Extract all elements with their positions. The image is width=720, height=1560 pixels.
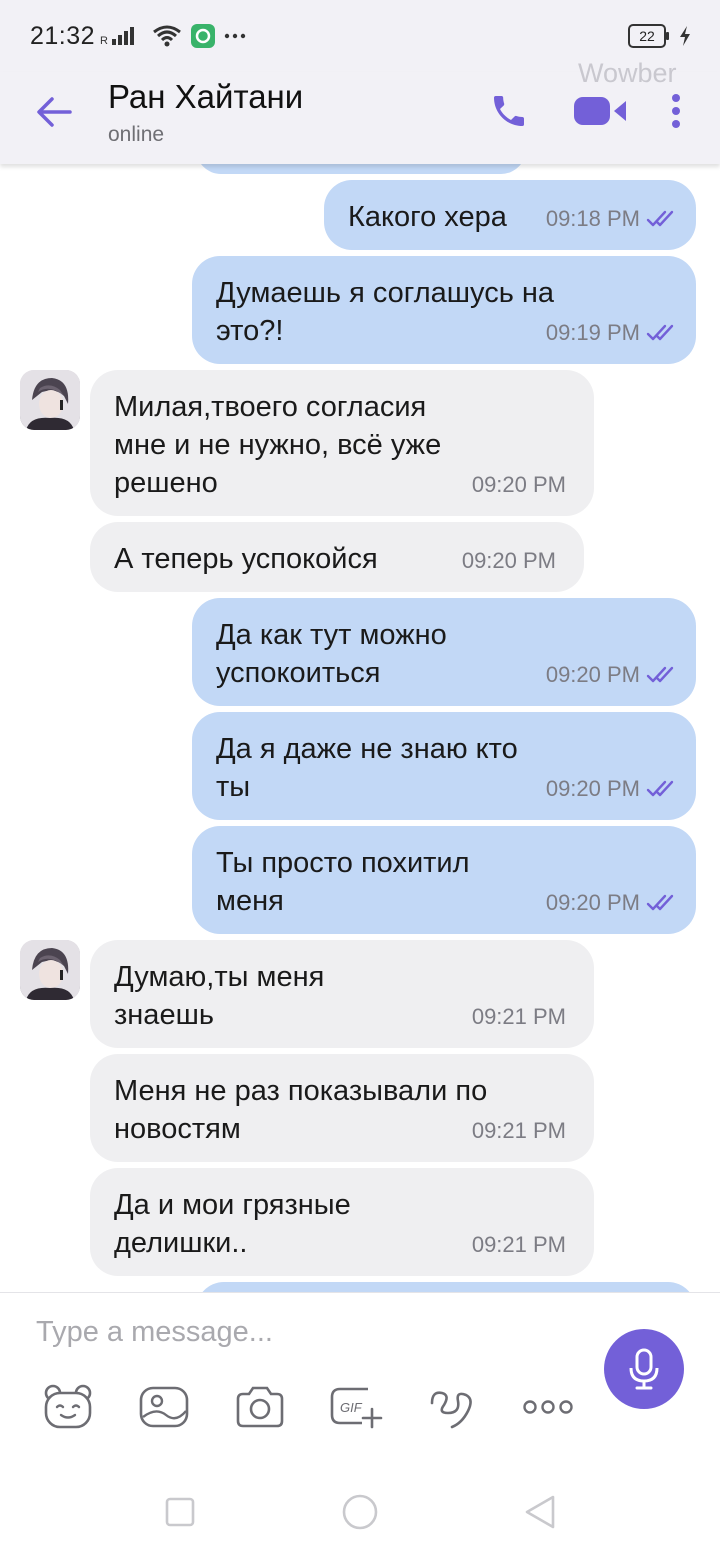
message-bubble-in[interactable]: Меня не раз показывали по новостям 09:21… xyxy=(90,1054,594,1162)
message-meta: 09:20 PM xyxy=(546,884,678,922)
contact-name[interactable]: Ран Хайтани xyxy=(108,78,303,116)
message-time: 09:20 PM xyxy=(461,548,556,573)
gallery-icon xyxy=(139,1386,189,1428)
message-bubble-out[interactable]: Ты просто похитил меня 09:20 PM xyxy=(192,826,696,934)
system-nav-bar xyxy=(0,1462,720,1560)
gif-button[interactable]: GIF xyxy=(328,1379,384,1435)
message-bubble-in[interactable]: Думаю,ты меня знаешь 09:21 PM xyxy=(90,940,594,1048)
video-camera-icon xyxy=(574,97,626,125)
status-icons: R xyxy=(100,20,246,52)
message-time: 09:21 PM xyxy=(471,1232,566,1257)
doodle-icon xyxy=(430,1391,472,1429)
camera-button[interactable] xyxy=(232,1379,288,1435)
doodle-button[interactable] xyxy=(424,1379,480,1435)
message-text: Да и мои грязные делишки.. xyxy=(114,1189,351,1259)
message-bubble-out[interactable]: Думаешь я соглашусь на это?! 09:19 PM xyxy=(192,256,696,364)
microphone-icon xyxy=(629,1348,659,1390)
message-list[interactable]: Какого хера 09:18 PM Думаешь я соглашусь… xyxy=(0,164,720,1292)
double-check-icon xyxy=(646,780,674,797)
message-meta: 09:21 PM xyxy=(472,998,566,1036)
message-bubble-out[interactable]: Да я даже не знаю кто ты 09:20 PM xyxy=(192,712,696,820)
message-meta: 09:21 PM xyxy=(472,1226,566,1264)
message-meta: 09:21 PM xyxy=(472,1112,566,1150)
message-time: 09:21 PM xyxy=(471,1004,566,1029)
message-bubble-in[interactable]: Да и мои грязные делишки.. 09:21 PM xyxy=(90,1168,594,1276)
triangle-back-icon xyxy=(525,1495,555,1529)
gif-icon: GIF xyxy=(330,1387,383,1429)
voice-message-button[interactable] xyxy=(604,1329,684,1409)
message-text: А теперь успокойся xyxy=(114,543,378,575)
double-check-icon xyxy=(646,666,674,683)
message-bubble-out[interactable]: Да как тут можно успокоиться 09:20 PM xyxy=(192,598,696,706)
message-text: Да как тут можно успокоиться xyxy=(216,619,447,689)
message-time: 09:21 PM xyxy=(471,1118,566,1143)
camera-icon xyxy=(236,1386,284,1428)
message-text: Милая,твоего согласия мне и не нужно, вс… xyxy=(114,391,442,499)
message-bubble-out[interactable] xyxy=(196,164,526,174)
signal-icon: R xyxy=(100,27,134,47)
back-button[interactable] xyxy=(30,88,78,136)
message-bubble-out[interactable] xyxy=(196,1282,696,1292)
message-text: Ты просто похитил меня xyxy=(216,847,470,917)
more-options-button[interactable] xyxy=(656,86,696,136)
message-time: 09:18 PM xyxy=(545,206,640,231)
message-time: 09:19 PM xyxy=(545,320,640,345)
wifi-icon xyxy=(153,25,181,47)
message-time: 09:20 PM xyxy=(545,662,640,687)
message-bubble-in[interactable]: Милая,твоего согласия мне и не нужно, вс… xyxy=(90,370,594,516)
svg-text:GIF: GIF xyxy=(340,1400,363,1415)
message-time: 09:20 PM xyxy=(471,472,566,497)
sticker-bear-icon xyxy=(44,1384,92,1429)
avatar-image xyxy=(20,370,80,430)
back-nav-button[interactable] xyxy=(518,1490,562,1534)
message-text: Думаешь я соглашусь на это?! xyxy=(216,277,555,347)
svg-text:R: R xyxy=(100,35,108,47)
message-time: 09:20 PM xyxy=(545,776,640,801)
more-horizontal-icon xyxy=(523,1400,573,1414)
message-meta: 09:20 PM xyxy=(472,466,566,504)
message-meta: 09:19 PM xyxy=(546,314,678,352)
message-text: Какого хера xyxy=(348,201,507,233)
contact-avatar[interactable] xyxy=(20,370,80,430)
message-bubble-out[interactable]: Какого хера 09:18 PM xyxy=(324,180,696,250)
watermark: Wowber xyxy=(578,58,677,88)
contact-avatar[interactable] xyxy=(20,940,80,1000)
status-right: 22 xyxy=(628,24,692,48)
home-button[interactable] xyxy=(338,1490,382,1534)
recents-button[interactable] xyxy=(158,1490,202,1534)
square-icon xyxy=(165,1497,195,1527)
message-text: Думаю,ты меня знаешь xyxy=(114,961,325,1031)
message-composer: GIF xyxy=(0,1292,720,1463)
message-time: 09:20 PM xyxy=(545,890,640,915)
message-meta: 09:20 PM xyxy=(462,542,556,580)
double-check-icon xyxy=(646,324,674,341)
message-bubble-in[interactable]: А теперь успокойся 09:20 PM xyxy=(90,522,584,592)
message-text: Да я даже не знаю кто ты xyxy=(216,733,518,803)
status-time: 21:32 xyxy=(30,22,96,50)
charging-icon xyxy=(680,26,690,46)
more-notifications-icon xyxy=(224,33,246,39)
message-meta: 09:18 PM xyxy=(546,200,678,238)
phone-icon xyxy=(494,96,524,126)
message-meta: 09:20 PM xyxy=(546,770,678,808)
back-arrow-icon xyxy=(37,97,72,127)
battery-indicator: 22 xyxy=(628,24,669,48)
circle-icon xyxy=(342,1494,378,1530)
contact-status: online xyxy=(108,123,165,146)
video-call-button[interactable] xyxy=(568,86,632,136)
gallery-button[interactable] xyxy=(136,1379,192,1435)
message-text: Меня не раз показывали по новостям xyxy=(114,1075,488,1145)
composer-toolbar: GIF xyxy=(38,1379,598,1435)
sticker-button[interactable] xyxy=(40,1379,96,1435)
kebab-menu-icon xyxy=(672,94,680,128)
voice-call-button[interactable] xyxy=(484,86,534,136)
avatar-image xyxy=(20,940,80,1000)
double-check-icon xyxy=(646,210,674,227)
message-input[interactable] xyxy=(34,1311,578,1353)
more-attachments-button[interactable] xyxy=(520,1379,576,1435)
app-notification-icon xyxy=(191,24,215,48)
double-check-icon xyxy=(646,894,674,911)
message-meta: 09:20 PM xyxy=(546,656,678,694)
